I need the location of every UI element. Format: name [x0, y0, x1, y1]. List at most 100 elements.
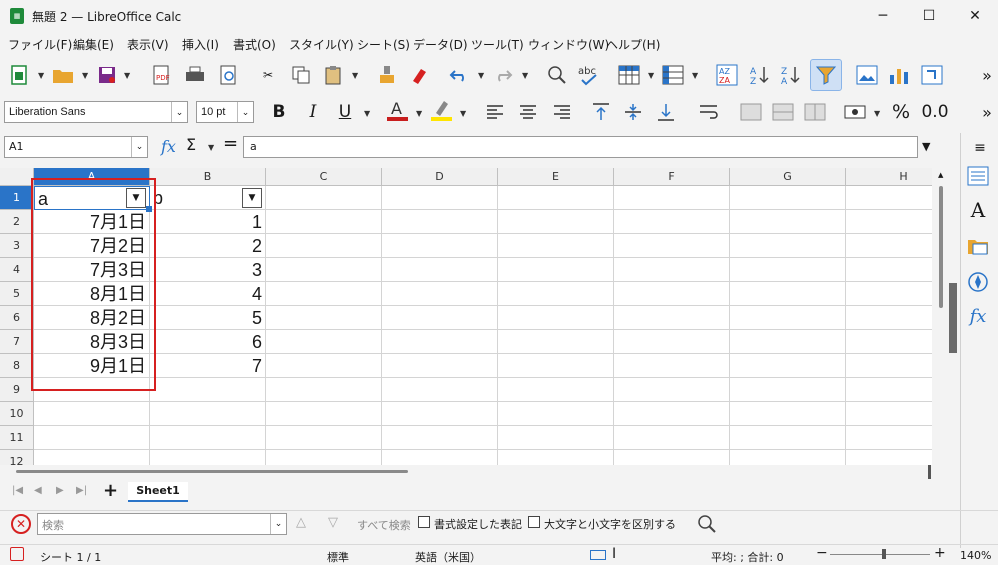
chevron-down-icon[interactable]: ▼ [352, 72, 360, 80]
cell-g9[interactable] [730, 378, 846, 402]
cell-e2[interactable] [498, 210, 614, 234]
cell-h2[interactable] [846, 210, 932, 234]
column-header-h[interactable]: H [846, 168, 932, 186]
cell-c11[interactable] [266, 426, 382, 450]
cell-h9[interactable] [846, 378, 932, 402]
expand-formula-icon[interactable]: ▼ [922, 140, 930, 153]
paste-icon[interactable] [322, 64, 344, 86]
formatted-display-checkbox[interactable] [418, 516, 430, 528]
row-header[interactable]: 12 [0, 450, 34, 465]
close-button[interactable]: ✕ [952, 0, 998, 32]
cell-f6[interactable] [614, 306, 730, 330]
cell-c1[interactable] [266, 186, 382, 210]
cell-e4[interactable] [498, 258, 614, 282]
cell-f9[interactable] [614, 378, 730, 402]
cell-h3[interactable] [846, 234, 932, 258]
sidebar-menu-icon[interactable]: ≡ [969, 137, 991, 159]
functions-icon[interactable]: fx [967, 305, 989, 327]
cell-d8[interactable] [382, 354, 498, 378]
find-next-icon[interactable]: ▽ [328, 515, 338, 530]
formula-input[interactable]: a [243, 136, 918, 158]
gallery-icon[interactable] [967, 235, 989, 257]
row-header[interactable]: 3 [0, 234, 34, 258]
cell-g4[interactable] [730, 258, 846, 282]
cell-c9[interactable] [266, 378, 382, 402]
open-folder-icon[interactable] [52, 64, 74, 86]
align-center-icon[interactable] [517, 101, 539, 123]
align-bottom-icon[interactable] [655, 101, 677, 123]
cell-b10[interactable] [150, 402, 266, 426]
horizontal-scrollbar[interactable] [0, 465, 932, 479]
chevron-down-icon[interactable]: ▼ [38, 72, 46, 80]
sort-ascending-icon[interactable]: AZ [749, 64, 771, 86]
cell-h5[interactable] [846, 282, 932, 306]
cell-g3[interactable] [730, 234, 846, 258]
chevron-down-icon[interactable]: ⌄ [237, 102, 253, 122]
document-modified-icon[interactable] [10, 547, 24, 561]
chevron-down-icon[interactable]: ▼ [208, 144, 216, 152]
italic-button[interactable]: I [302, 101, 324, 123]
row-header[interactable]: 7 [0, 330, 34, 354]
cell-g10[interactable] [730, 402, 846, 426]
sum-icon[interactable]: Σ [186, 135, 196, 154]
cell-g2[interactable] [730, 210, 846, 234]
chevron-down-icon[interactable]: ⌄ [131, 137, 147, 157]
cell-h10[interactable] [846, 402, 932, 426]
undo-icon[interactable] [448, 64, 470, 86]
cell-f2[interactable] [614, 210, 730, 234]
zoom-slider[interactable] [830, 554, 930, 555]
cell-d12[interactable] [382, 450, 498, 465]
cell-b6[interactable]: 5 [150, 306, 266, 330]
print-preview-icon[interactable] [217, 64, 239, 86]
properties-icon[interactable] [967, 165, 989, 187]
column-header-d[interactable]: D [382, 168, 498, 186]
clone-formatting-icon[interactable] [376, 64, 398, 86]
cell-f4[interactable] [614, 258, 730, 282]
chevron-down-icon[interactable]: ▼ [124, 72, 132, 80]
cell-d6[interactable] [382, 306, 498, 330]
cell-f8[interactable] [614, 354, 730, 378]
row-icon[interactable] [618, 64, 640, 86]
cell-g11[interactable] [730, 426, 846, 450]
autofilter-button-b[interactable]: ▼ [242, 188, 262, 208]
find-input[interactable]: 検索 ⌄ [37, 513, 287, 535]
cell-e3[interactable] [498, 234, 614, 258]
column-header-f[interactable]: F [614, 168, 730, 186]
cell-c7[interactable] [266, 330, 382, 354]
insert-chart-icon[interactable] [888, 64, 910, 86]
selection-mode-icon[interactable] [590, 550, 606, 560]
cell-g6[interactable] [730, 306, 846, 330]
cell-c2[interactable] [266, 210, 382, 234]
more-tools-icon[interactable]: » [976, 101, 998, 123]
chevron-down-icon[interactable]: ▼ [648, 72, 656, 80]
cell-c5[interactable] [266, 282, 382, 306]
sort-icon[interactable]: AZ ZA [716, 64, 738, 86]
merge-center-icon[interactable] [772, 101, 794, 123]
wrap-text-icon[interactable] [698, 101, 720, 123]
sheet-tab-sheet1[interactable]: Sheet1 [128, 482, 188, 502]
cell-h1[interactable] [846, 186, 932, 210]
menu-format[interactable]: 書式(O) [233, 36, 276, 53]
chevron-down-icon[interactable]: ▼ [522, 72, 530, 80]
cell-d9[interactable] [382, 378, 498, 402]
first-sheet-icon[interactable]: |◀ [12, 485, 23, 496]
cell-e1[interactable] [498, 186, 614, 210]
cell-h11[interactable] [846, 426, 932, 450]
more-tools-icon[interactable]: » [976, 64, 998, 86]
export-pdf-icon[interactable]: PDF [150, 64, 172, 86]
cell-f3[interactable] [614, 234, 730, 258]
row-header[interactable]: 8 [0, 354, 34, 378]
cell-b9[interactable] [150, 378, 266, 402]
cell-d7[interactable] [382, 330, 498, 354]
match-case-checkbox[interactable] [528, 516, 540, 528]
find-replace-icon[interactable] [696, 513, 718, 535]
cell-b5[interactable]: 4 [150, 282, 266, 306]
row-header[interactable]: 5 [0, 282, 34, 306]
cell-c6[interactable] [266, 306, 382, 330]
cell-d1[interactable] [382, 186, 498, 210]
cell-e8[interactable] [498, 354, 614, 378]
cell-b4[interactable]: 3 [150, 258, 266, 282]
center-vertically-icon[interactable] [622, 101, 644, 123]
cell-g1[interactable] [730, 186, 846, 210]
cell-h6[interactable] [846, 306, 932, 330]
